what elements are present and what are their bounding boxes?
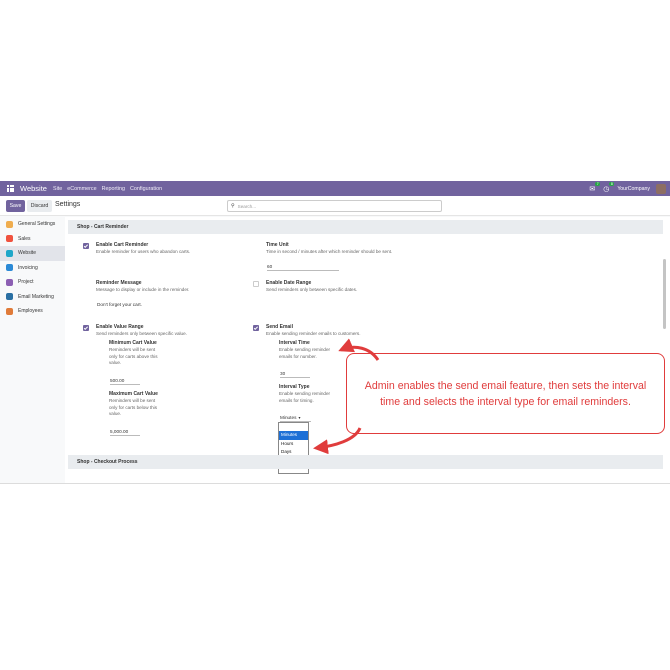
search-input[interactable]: ⚲ Search... (227, 200, 442, 212)
enable-cart-reminder-label: Enable Cart Reminder (96, 242, 149, 248)
enable-value-range-label: Enable Value Range (96, 324, 144, 330)
sidebar-item-invoicing[interactable]: Invoicing (0, 261, 65, 276)
apps-menu-icon[interactable] (7, 185, 14, 192)
enable-cart-reminder-desc: Enable reminder for users who abandon ca… (96, 249, 191, 254)
sidebar-item-label: Sales (18, 235, 31, 242)
enable-cart-reminder-checkbox[interactable] (83, 243, 89, 249)
employees-icon (6, 307, 13, 315)
sidebar-item-label: Project (18, 279, 34, 286)
chat-badge: 7 (595, 181, 601, 186)
sidebar-item-label: Email Marketing (18, 293, 54, 300)
search-icon: ⚲ (231, 203, 235, 209)
project-icon (6, 278, 13, 286)
annotation-callout: Admin enables the send email feature, th… (346, 353, 665, 434)
min-cart-value-input[interactable]: 500.00 (110, 378, 140, 385)
enable-date-range-desc: Send reminders only between specific dat… (266, 287, 358, 292)
dropdown-option-minutes[interactable]: Minutes (279, 431, 308, 440)
sidebar-item-project[interactable]: Project (0, 275, 65, 290)
time-unit-input[interactable]: 60 (267, 264, 339, 271)
max-cart-value-label: Maximum Cart Value (109, 391, 158, 397)
max-cart-value-desc-3: value. (109, 411, 122, 416)
general-settings-icon (6, 220, 13, 228)
reminder-message-label: Reminder Message (96, 280, 142, 286)
menu-reporting[interactable]: Reporting (102, 186, 125, 192)
time-unit-desc: Time in second / minutes after which rem… (266, 249, 393, 254)
menu-site[interactable]: Site (53, 186, 62, 192)
send-email-desc: Enable sending reminder emails to custom… (266, 331, 361, 336)
interval-time-label: Interval Time (279, 340, 310, 346)
dropdown-option-empty[interactable] (279, 423, 308, 431)
section-header-checkout-process: Shop - Checkout Process (68, 455, 663, 469)
sidebar-item-sales[interactable]: Sales (0, 232, 65, 247)
chevron-down-icon: ▼ (297, 416, 302, 420)
sidebar-item-label: Invoicing (18, 264, 38, 271)
enable-value-range-desc: Send reminders only between specific val… (96, 331, 187, 336)
enable-date-range-label: Enable Date Range (266, 280, 312, 286)
sidebar-item-label: General Settings (18, 221, 56, 228)
section-header-cart-reminder: Shop - Cart Reminder (68, 220, 663, 234)
menu-configuration[interactable]: Configuration (130, 186, 162, 192)
navbar-systray: ✉ 7 ◷ 8 YourCompany (589, 181, 666, 194)
interval-time-desc-2: emails for number. (279, 353, 317, 359)
odoo-window: Website Site eCommerce Reporting Configu… (0, 181, 670, 484)
enable-date-range-checkbox[interactable] (253, 281, 259, 287)
interval-type-desc-2: emails for timing. (279, 397, 314, 403)
sidebar-item-label: Website (18, 250, 36, 257)
control-panel: Save Discard Settings ⚲ Search... (0, 196, 670, 216)
top-navbar: Website Site eCommerce Reporting Configu… (0, 181, 670, 196)
sidebar-item-email-marketing[interactable]: Email Marketing (0, 290, 65, 305)
chat-icon[interactable]: ✉ 7 (589, 181, 601, 193)
min-cart-value-label: Minimum Cart Value (109, 340, 157, 346)
interval-type-select[interactable]: Minutes ▼ (280, 415, 311, 422)
reminder-message-input[interactable]: Don't forget your cart. (97, 302, 142, 307)
website-icon (6, 249, 13, 257)
discard-button[interactable]: Discard (27, 200, 52, 212)
max-cart-value-desc-1: Reminders will be sent (109, 398, 156, 403)
vertical-scrollbar[interactable] (663, 259, 666, 329)
reminder-message-desc: Message to display or include in the rem… (96, 287, 190, 292)
settings-content: Shop - Cart Reminder Enable Cart Reminde… (65, 217, 670, 483)
send-email-checkbox[interactable] (253, 325, 259, 331)
interval-time-desc-1: Enable sending reminder (279, 347, 331, 352)
activity-icon[interactable]: ◷ 8 (603, 181, 615, 193)
min-cart-value-desc-1: Reminders will be sent (109, 347, 156, 352)
interval-type-label: Interval Type (279, 384, 310, 390)
enable-value-range-checkbox[interactable] (83, 325, 89, 331)
sidebar-item-label: Employees (18, 308, 43, 315)
interval-type-desc-1: Enable sending reminder (279, 391, 331, 396)
save-button[interactable]: Save (6, 200, 25, 212)
settings-sidebar: General Settings Sales Website Invoicing… (0, 217, 65, 483)
activity-badge: 8 (609, 181, 615, 186)
menu-ecommerce[interactable]: eCommerce (67, 186, 96, 192)
dropdown-option-hours[interactable]: Hours (279, 440, 308, 448)
sidebar-item-general-settings[interactable]: General Settings (0, 217, 65, 232)
user-avatar[interactable] (656, 183, 666, 194)
email-marketing-icon (6, 293, 13, 301)
invoicing-icon (6, 264, 13, 272)
time-unit-label: Time Unit (266, 242, 289, 248)
send-email-label: Send Email (266, 324, 293, 330)
sidebar-item-website[interactable]: Website (0, 246, 65, 261)
sales-icon (6, 235, 13, 243)
min-cart-value-desc-3: value. (109, 360, 122, 365)
interval-type-value: Minutes (280, 415, 297, 420)
interval-time-input[interactable]: 30 (280, 371, 310, 378)
page-title: Settings (55, 201, 81, 208)
sidebar-item-employees[interactable]: Employees (0, 304, 65, 319)
company-switcher[interactable]: YourCompany (617, 186, 650, 192)
app-brand[interactable]: Website (20, 184, 47, 193)
search-placeholder: Search... (237, 203, 257, 209)
max-cart-value-input[interactable]: 5,000.00 (110, 429, 140, 436)
